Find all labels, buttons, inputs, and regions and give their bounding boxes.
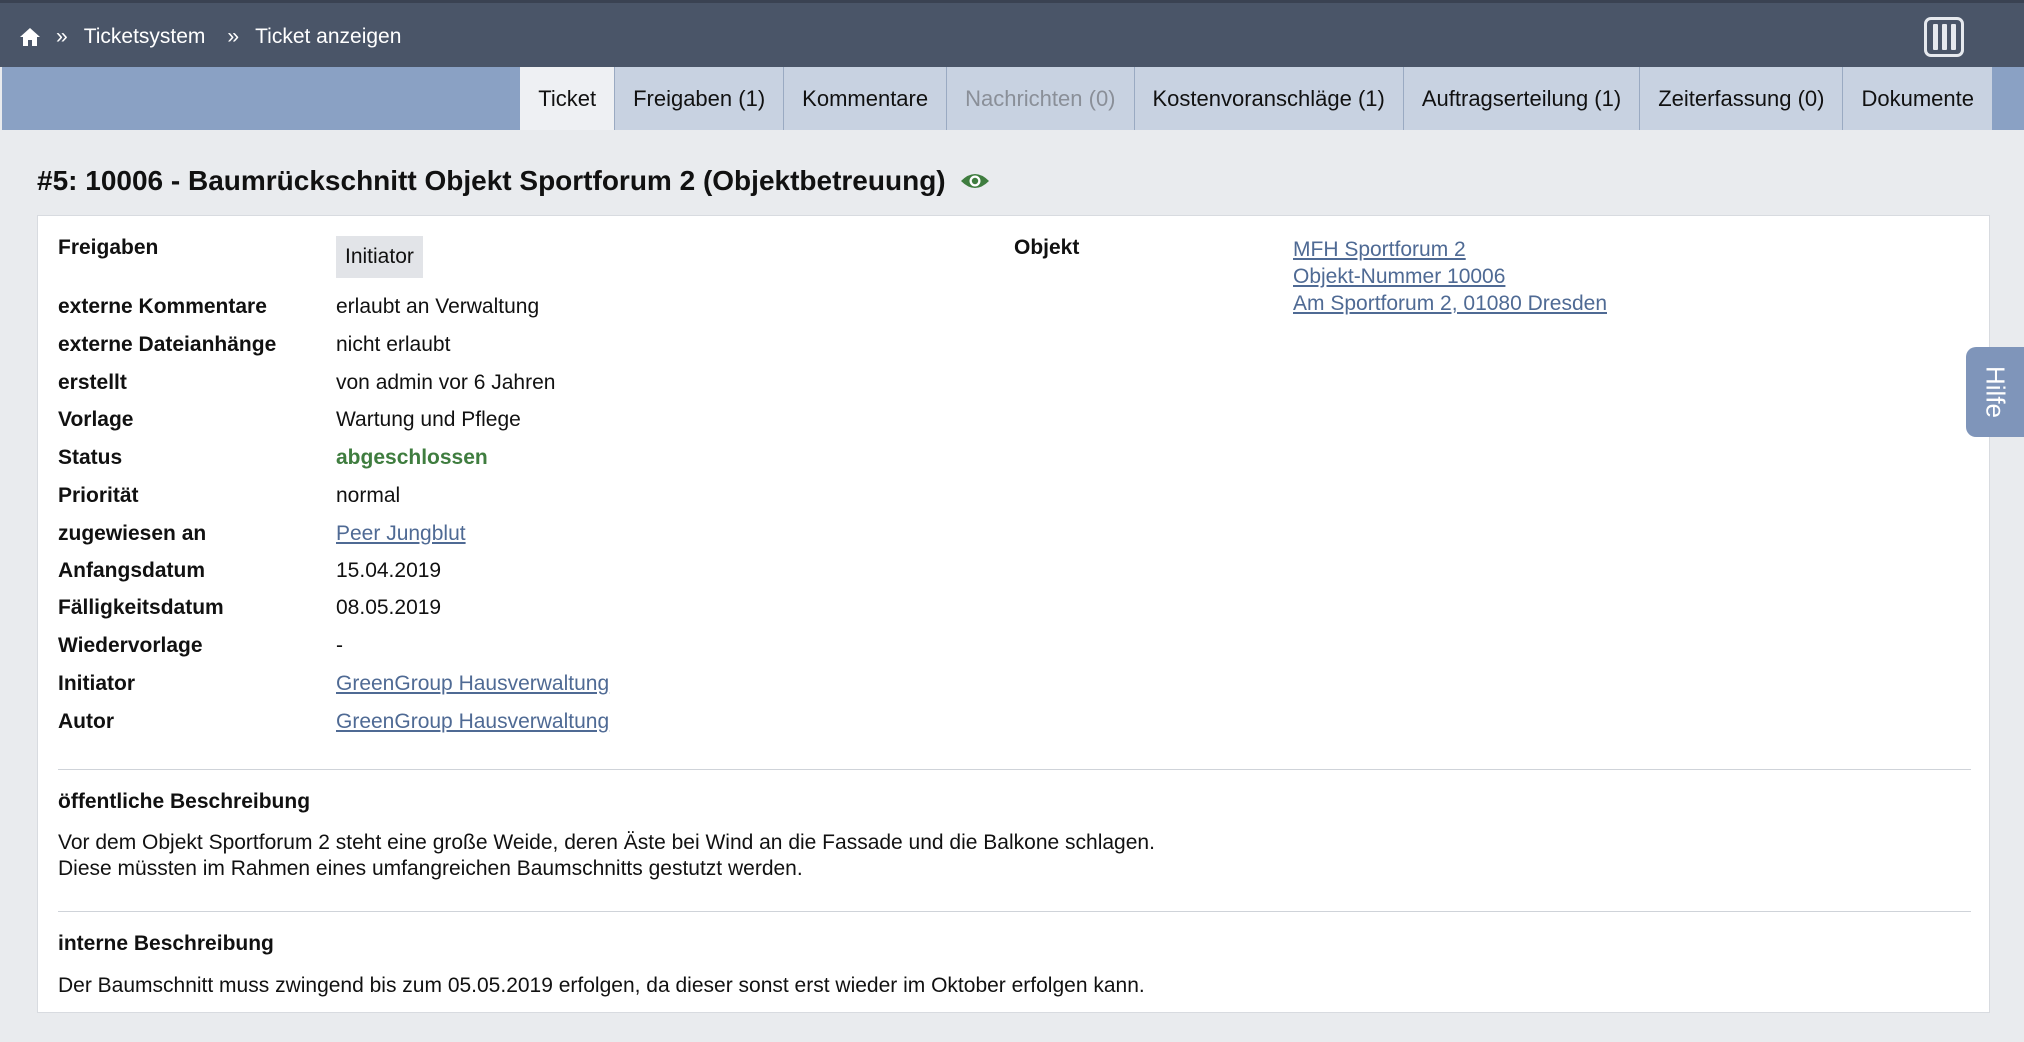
divider xyxy=(58,769,1971,770)
vorlage-label: Vorlage xyxy=(58,408,134,431)
page-title: #5: 10006 - Baumrückschnitt Objekt Sport… xyxy=(37,165,946,196)
tab-auftragserteilung[interactable]: Auftragserteilung (1) xyxy=(1402,67,1640,130)
public-description-heading: öffentliche Beschreibung xyxy=(58,790,311,813)
eye-icon[interactable] xyxy=(960,171,990,191)
erstellt-value: von admin vor 6 Jahren xyxy=(336,371,556,394)
public-description-line: Vor dem Objekt Sportforum 2 steht eine g… xyxy=(58,831,1155,854)
breadcrumb-separator: » xyxy=(56,24,68,48)
wiedervorlage-label: Wiedervorlage xyxy=(58,634,203,657)
freigaben-label: Freigaben xyxy=(58,236,159,259)
autor-link[interactable]: GreenGroup Hausverwaltung xyxy=(336,710,609,734)
tab-nachrichten[interactable]: Nachrichten (0) xyxy=(946,67,1134,130)
status-value: abgeschlossen xyxy=(336,446,488,469)
help-button[interactable]: Hilfe xyxy=(1966,347,2024,437)
layout-column-bar xyxy=(1932,24,1938,50)
prioritaet-label: Priorität xyxy=(58,484,139,507)
objekt-info: MFH Sportforum 2 Objekt-Nummer 10006 Am … xyxy=(1293,236,1607,317)
internal-description-heading: interne Beschreibung xyxy=(58,932,274,955)
tab-kostenvoranschlaege[interactable]: Kostenvoranschläge (1) xyxy=(1133,67,1403,130)
anfangsdatum-value: 15.04.2019 xyxy=(336,559,442,582)
public-description-line: Diese müssten im Rahmen eines umfangreic… xyxy=(58,857,803,880)
ticket-details-panel: Freigaben Initiator externe Kommentare e… xyxy=(37,215,1990,1013)
home-icon[interactable] xyxy=(18,25,42,49)
breadcrumb-separator: » xyxy=(227,24,240,48)
ext-kommentare-label: externe Kommentare xyxy=(58,295,267,318)
page-title-row: #5: 10006 - Baumrückschnitt Objekt Sport… xyxy=(37,165,990,197)
objekt-label: Objekt xyxy=(1014,236,1080,259)
top-navigation-bar: » Ticketsystem » Ticket anzeigen xyxy=(0,0,2024,67)
erstellt-label: erstellt xyxy=(58,371,127,394)
zugewiesen-label: zugewiesen an xyxy=(58,522,207,545)
breadcrumb-ticket-anzeigen[interactable]: Ticket anzeigen xyxy=(255,25,401,49)
tab-kommentare[interactable]: Kommentare xyxy=(783,67,947,130)
help-label: Hilfe xyxy=(1980,365,2011,418)
layout-column-bar xyxy=(1950,24,1956,50)
faelligkeitsdatum-value: 08.05.2019 xyxy=(336,596,442,619)
freigaben-badge: Initiator xyxy=(336,236,423,278)
ext-anhaenge-value: nicht erlaubt xyxy=(336,333,451,356)
status-label: Status xyxy=(58,446,123,469)
wiedervorlage-value: - xyxy=(336,634,343,657)
public-description-text: Vor dem Objekt Sportforum 2 steht eine g… xyxy=(58,830,1155,882)
initiator-link[interactable]: GreenGroup Hausverwaltung xyxy=(336,672,609,696)
layout-toggle-icon[interactable] xyxy=(1924,17,1964,57)
prioritaet-value: normal xyxy=(336,484,401,507)
ext-anhaenge-label: externe Dateianhänge xyxy=(58,333,277,356)
objekt-name-link[interactable]: MFH Sportforum 2 xyxy=(1293,236,1607,263)
tab-bar: Ticket Freigaben (1) Kommentare Nachrich… xyxy=(2,67,2024,130)
tab-dokumente[interactable]: Dokumente xyxy=(1842,67,1992,130)
vorlage-value: Wartung und Pflege xyxy=(336,408,521,431)
zugewiesen-link[interactable]: Peer Jungblut xyxy=(336,522,466,546)
autor-label: Autor xyxy=(58,710,114,733)
anfangsdatum-label: Anfangsdatum xyxy=(58,559,205,582)
breadcrumb-ticketsystem[interactable]: Ticketsystem xyxy=(84,25,206,49)
internal-description-text: Der Baumschnitt muss zwingend bis zum 05… xyxy=(58,974,1145,997)
layout-column-bar xyxy=(1941,24,1947,50)
faelligkeitsdatum-label: Fälligkeitsdatum xyxy=(58,596,224,619)
breadcrumb: » Ticketsystem » Ticket anzeigen xyxy=(18,3,423,70)
ext-kommentare-value: erlaubt an Verwaltung xyxy=(336,295,540,318)
objekt-nummer-link[interactable]: Objekt-Nummer 10006 xyxy=(1293,263,1607,290)
initiator-label: Initiator xyxy=(58,672,135,695)
divider xyxy=(58,911,1971,912)
tab-zeiterfassung[interactable]: Zeiterfassung (0) xyxy=(1639,67,1843,130)
tab-ticket[interactable]: Ticket xyxy=(520,67,615,130)
tab-freigaben[interactable]: Freigaben (1) xyxy=(614,67,784,130)
objekt-adresse-link[interactable]: Am Sportforum 2, 01080 Dresden xyxy=(1293,290,1607,317)
